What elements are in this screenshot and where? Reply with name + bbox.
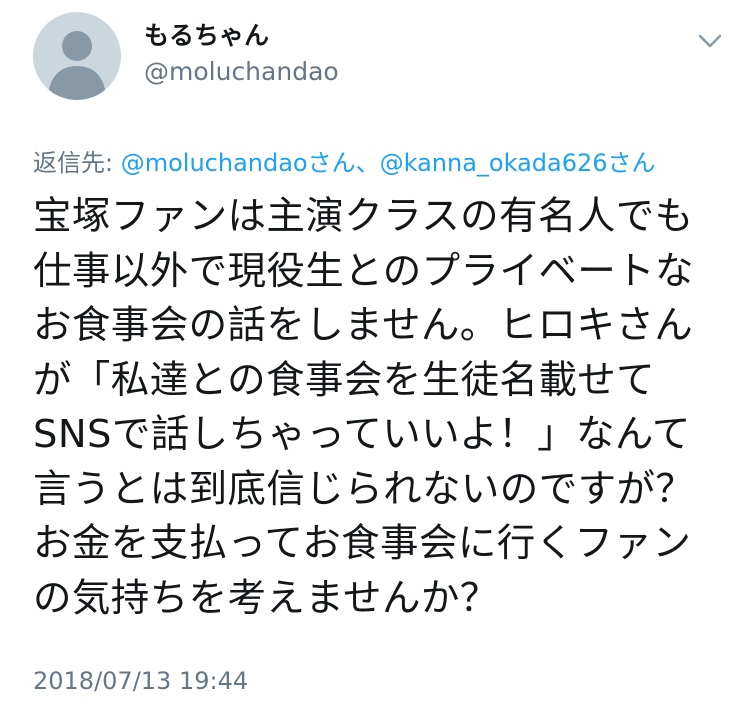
- reply-mention-suffix: さん: [607, 149, 656, 177]
- tweet-text-line: 言うとは到底信じられないのですが？: [33, 466, 695, 512]
- user-handle[interactable]: @moluchandao: [144, 56, 339, 88]
- chevron-down-icon[interactable]: [694, 28, 726, 54]
- reply-context: 返信先: @moluchandaoさん、@kanna_okada626さん: [33, 148, 656, 178]
- default-profile-icon: [48, 31, 106, 100]
- tweet-text-line: の気持ちを考えませんか？: [33, 575, 499, 621]
- tweet-text-line: 仕事以外で現役生とのプライベートな: [33, 248, 694, 294]
- tweet-text-line: 宝塚ファンは主演クラスの有名人でも: [33, 194, 694, 239]
- reply-mention-moluchandao[interactable]: @moluchandao: [121, 149, 308, 177]
- avatar[interactable]: [33, 12, 121, 100]
- display-name[interactable]: もるちゃん: [144, 20, 269, 52]
- reply-prefix: 返信先:: [33, 149, 121, 177]
- reply-mention-kanna-okada626[interactable]: @kanna_okada626: [380, 149, 608, 177]
- tweet-text: 宝塚ファンは主演クラスの有名人でも 仕事以外で現役生とのプライベートな お食事会…: [33, 190, 733, 626]
- tweet-text-line: お食事会の話をしません。ヒロキさん: [33, 303, 694, 348]
- tweet-text-line: お金を支払ってお食事会に行くファン: [33, 521, 692, 566]
- tweet-text-line: が「私達との食事会を生徒名載せて: [33, 357, 656, 403]
- tweet-text-line: SNSで話しちゃっていいよ！」なんて: [33, 412, 691, 457]
- reply-mention-suffix: さん、: [307, 149, 380, 177]
- timestamp[interactable]: 2018/07/13 19:44: [33, 666, 248, 696]
- tweet-card: もるちゃん @moluchandao 返信先: @moluchandaoさん、@…: [0, 0, 750, 711]
